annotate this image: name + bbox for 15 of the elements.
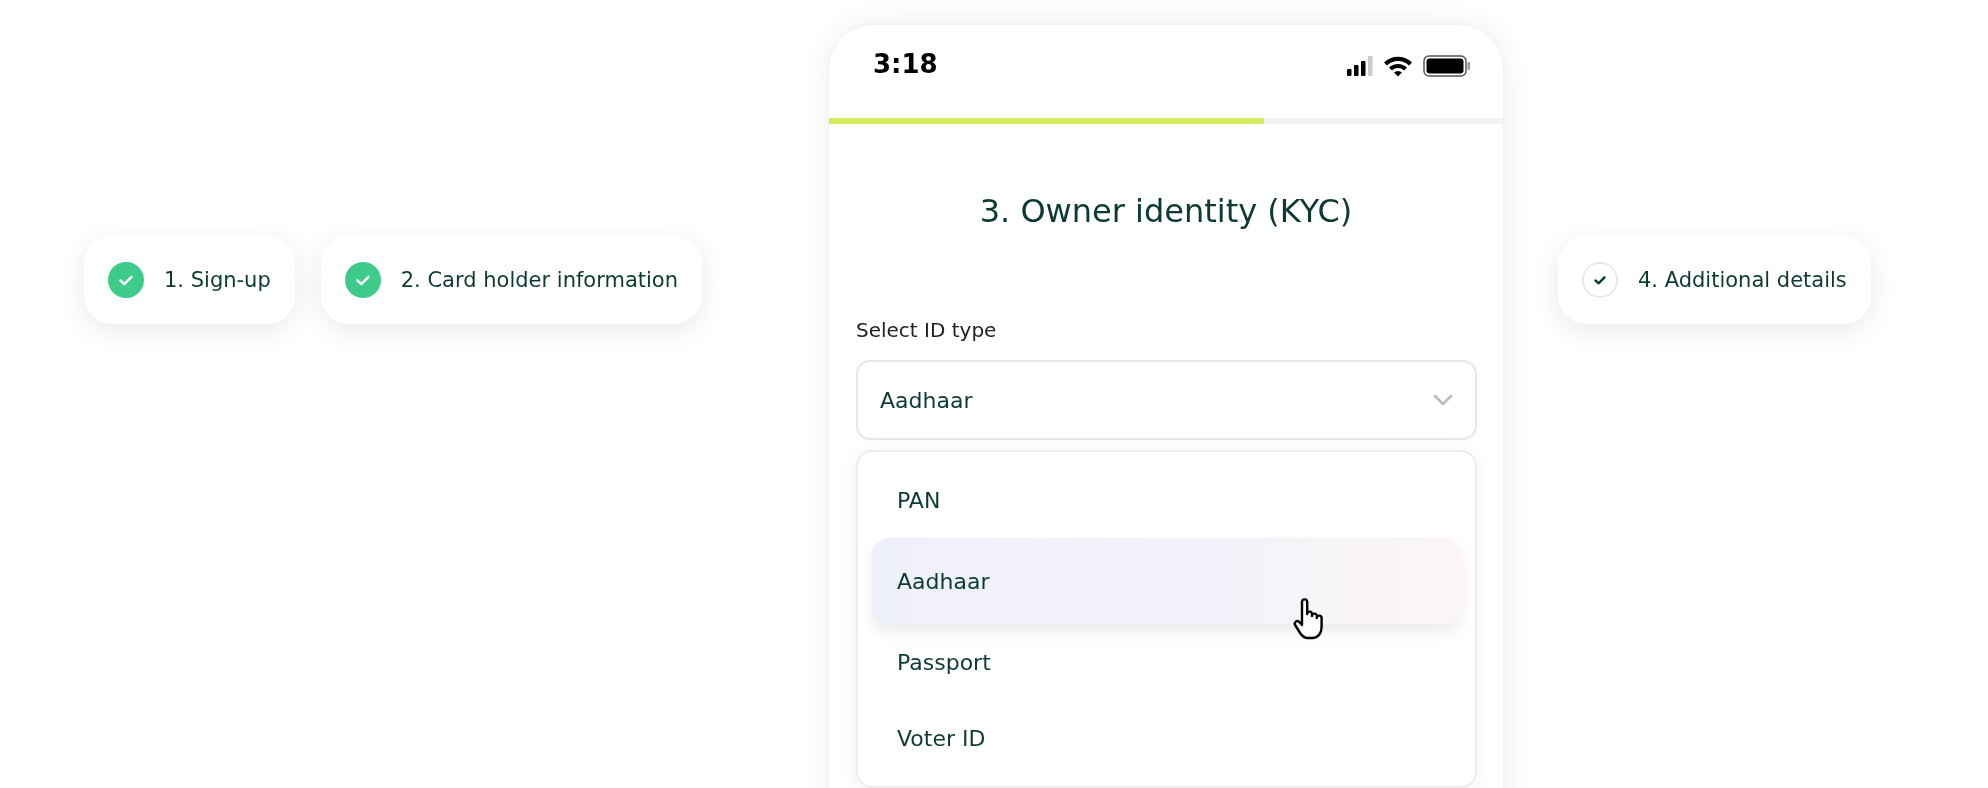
dropdown-option[interactable]: Passport: [872, 624, 1461, 700]
field-label: Select ID type: [856, 318, 998, 342]
step-label: 4. Additional details: [1638, 268, 1847, 292]
step-label: 1. Sign-up: [164, 268, 271, 292]
dropdown-option[interactable]: PAN: [872, 462, 1461, 538]
step-label: 2. Card holder information: [400, 268, 678, 292]
dropdown-option[interactable]: Voter ID: [872, 700, 1461, 776]
hand-cursor-icon: [1292, 598, 1326, 642]
screen-title: 3. Owner identity (KYC): [978, 192, 1354, 230]
wifi-icon: [1383, 55, 1413, 77]
battery-icon: [1423, 55, 1471, 77]
status-time: 3:18: [873, 49, 938, 79]
chevron-icon: [1433, 394, 1453, 406]
id-type-select[interactable]: Aadhaar: [856, 360, 1477, 440]
signal-icon: [1347, 56, 1373, 76]
